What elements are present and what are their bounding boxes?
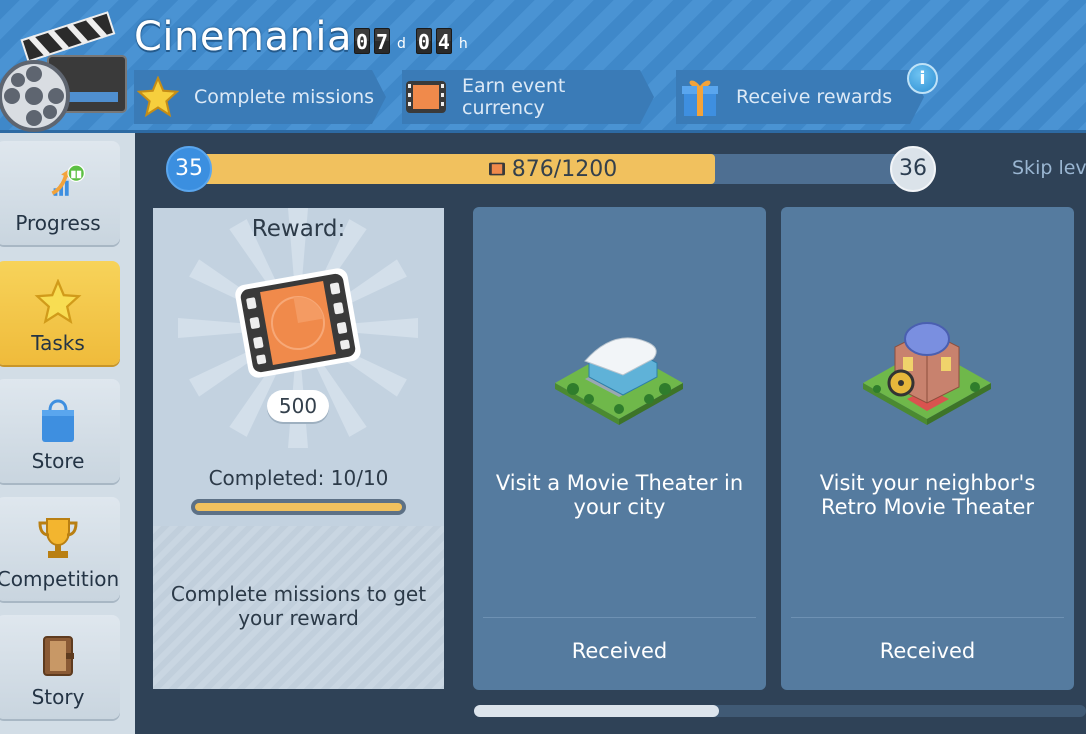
event-title: Cinemania	[134, 14, 352, 60]
step-label: Earn event currency	[462, 75, 566, 119]
retro-theater-building-icon	[863, 322, 991, 425]
progress-points-text: 876/1200	[511, 156, 618, 182]
level-progress-bar: 876/1200	[200, 154, 905, 184]
timer-hours-unit: h	[458, 36, 468, 52]
divider	[791, 617, 1064, 618]
book-icon	[31, 631, 85, 681]
next-level-badge: 36	[890, 146, 936, 192]
movie-theater-building-icon	[555, 337, 683, 425]
shopping-bag-icon	[31, 395, 85, 445]
timer-digit: 7	[374, 28, 390, 54]
skip-level-button[interactable]: Skip leve	[1012, 157, 1086, 179]
sidebar: Progress Tasks Store Competition Story	[0, 133, 135, 734]
sidebar-item-label: Tasks	[31, 331, 85, 355]
step-label: Complete missions	[194, 86, 375, 108]
completed-progress-bar	[191, 499, 406, 515]
clapperboard-logo-icon	[0, 11, 127, 132]
reward-description: Complete missions to get your reward	[170, 582, 427, 630]
sidebar-item-label: Story	[31, 685, 85, 709]
task-status: Received	[571, 639, 668, 663]
sidebar-item-story[interactable]: Story	[0, 615, 120, 719]
timer-digit: 4	[435, 28, 452, 54]
task-text: Visit a Movie Theater in your city	[495, 471, 744, 519]
reward-title: Reward:	[251, 216, 346, 242]
info-button[interactable]: i	[907, 63, 938, 94]
sidebar-item-label: Progress	[15, 211, 101, 235]
film-ticket-icon	[235, 268, 361, 378]
event-timer: 0 7 d 0 4 h	[354, 28, 474, 54]
gift-icon	[678, 75, 722, 119]
timer-digit: 0	[415, 28, 432, 54]
event-header: Cinemania 0 7 d 0 4 h Complete missions …	[0, 0, 1086, 133]
progress-arrow-icon	[31, 157, 85, 207]
current-level-badge: 35	[166, 146, 212, 192]
completed-progress-fill	[195, 503, 402, 511]
timer-digit: 0	[354, 28, 370, 54]
timer-days-unit: d	[397, 36, 406, 52]
completed-text: Completed: 10/10	[208, 466, 389, 490]
film-ticket-icon	[404, 75, 448, 119]
reward-top-area: Reward: 500 Completed: 10/10	[153, 208, 444, 526]
sidebar-item-label: Store	[31, 449, 85, 473]
star-icon	[31, 277, 85, 327]
divider	[483, 617, 756, 618]
step-receive-rewards: Receive rewards	[676, 70, 924, 124]
sidebar-item-competition[interactable]: Competition	[0, 497, 120, 601]
task-card[interactable]: Visit your neighbor's Retro Movie Theate…	[781, 207, 1074, 690]
task-card[interactable]: Visit a Movie Theater in your city Recei…	[473, 207, 766, 690]
sidebar-item-store[interactable]: Store	[0, 379, 120, 483]
sidebar-item-label: Competition	[0, 567, 120, 591]
step-complete-missions: Complete missions	[134, 70, 386, 124]
reward-amount: 500	[267, 390, 329, 422]
task-status: Received	[879, 639, 976, 663]
reward-panel: Reward: 500 Completed: 10/10 Complete mi…	[153, 208, 444, 689]
horizontal-scrollbar-thumb[interactable]	[474, 705, 719, 717]
film-ticket-icon	[488, 162, 505, 176]
level-progress-label: 876/1200	[200, 154, 905, 184]
task-text: Visit your neighbor's Retro Movie Theate…	[819, 471, 1036, 519]
star-icon	[136, 75, 180, 119]
step-earn-currency: Earn event currency	[402, 70, 654, 124]
sidebar-item-progress[interactable]: Progress	[0, 141, 120, 245]
sidebar-item-tasks[interactable]: Tasks	[0, 261, 120, 365]
step-label: Receive rewards	[736, 86, 893, 108]
trophy-icon	[31, 513, 85, 563]
